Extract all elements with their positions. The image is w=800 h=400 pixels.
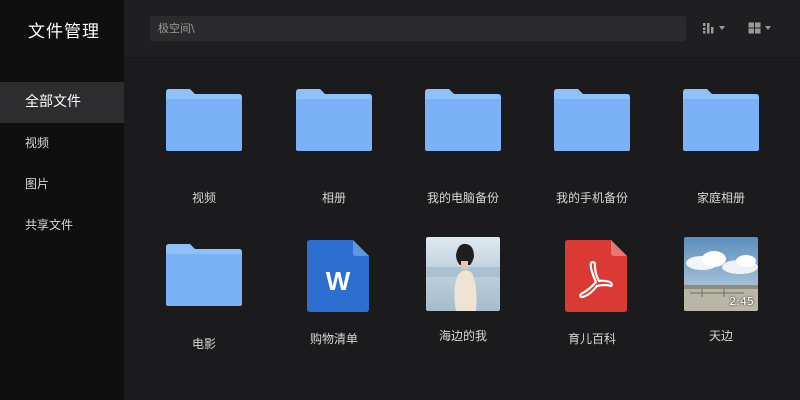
word-icon-letter: W	[325, 266, 350, 296]
video-duration: 2:45	[729, 295, 754, 308]
file-name: 相册	[321, 191, 346, 205]
file-item-folder[interactable]: 我的电脑备份	[408, 89, 518, 206]
sort-button[interactable]	[702, 20, 725, 36]
file-name: 海边的我	[438, 329, 487, 343]
word-document-icon: W	[296, 240, 372, 315]
file-item-folder[interactable]: 家庭相册	[666, 89, 776, 206]
file-name: 我的手机备份	[555, 191, 628, 205]
file-grid: 视频 相册 我的电脑备份 我的手机备份 家庭相册 电影 W 购物清单 海边的我 …	[124, 59, 800, 400]
file-name: 天边	[708, 329, 733, 343]
folder-icon	[425, 89, 501, 164]
folder-icon	[166, 89, 242, 164]
file-item-pdf[interactable]: 育儿百科	[537, 240, 647, 347]
file-item-folder[interactable]: 我的手机备份	[537, 89, 647, 206]
sidebar-nav: 全部文件 视频 图片 共享文件	[0, 82, 124, 246]
image-thumbnail	[426, 237, 500, 311]
file-manager-app: 文件管理 全部文件 视频 图片 共享文件 极空间\ 视频 相册 我的电脑备份 我…	[0, 0, 800, 400]
file-item-folder[interactable]: 相册	[279, 89, 389, 206]
chevron-down-icon	[765, 26, 771, 30]
folder-icon	[683, 89, 759, 164]
app-title: 文件管理	[28, 22, 100, 42]
file-name: 我的电脑备份	[426, 191, 499, 205]
sidebar-item-shared-files[interactable]: 共享文件	[0, 205, 124, 246]
path-input[interactable]: 极空间\	[150, 16, 686, 41]
sort-icon	[702, 19, 715, 38]
file-item-video[interactable]: 2:45 天边	[666, 237, 776, 344]
folder-icon	[554, 89, 630, 164]
sidebar-item-all-files[interactable]: 全部文件	[0, 82, 124, 123]
file-item-folder[interactable]: 视频	[149, 89, 259, 206]
view-mode-button[interactable]	[748, 20, 771, 36]
folder-icon	[296, 89, 372, 164]
folder-icon	[166, 244, 242, 319]
header-toolbar: 极空间\	[124, 0, 800, 58]
sidebar-item-images[interactable]: 图片	[0, 164, 124, 205]
pdf-icon	[554, 240, 630, 315]
sidebar-item-videos[interactable]: 视频	[0, 123, 124, 164]
file-name: 家庭相册	[696, 191, 745, 205]
grid-view-icon	[748, 19, 761, 38]
file-name: 视频	[191, 191, 216, 205]
file-item-image[interactable]: 海边的我	[408, 237, 518, 344]
sidebar: 文件管理 全部文件 视频 图片 共享文件	[0, 0, 124, 400]
file-name: 育儿百科	[567, 332, 616, 346]
video-thumbnail: 2:45	[684, 237, 758, 311]
chevron-down-icon	[719, 26, 725, 30]
file-name: 电影	[191, 337, 216, 351]
file-name: 购物清单	[309, 332, 358, 346]
file-item-folder[interactable]: 电影	[149, 244, 259, 352]
file-item-word-document[interactable]: W 购物清单	[279, 240, 389, 347]
